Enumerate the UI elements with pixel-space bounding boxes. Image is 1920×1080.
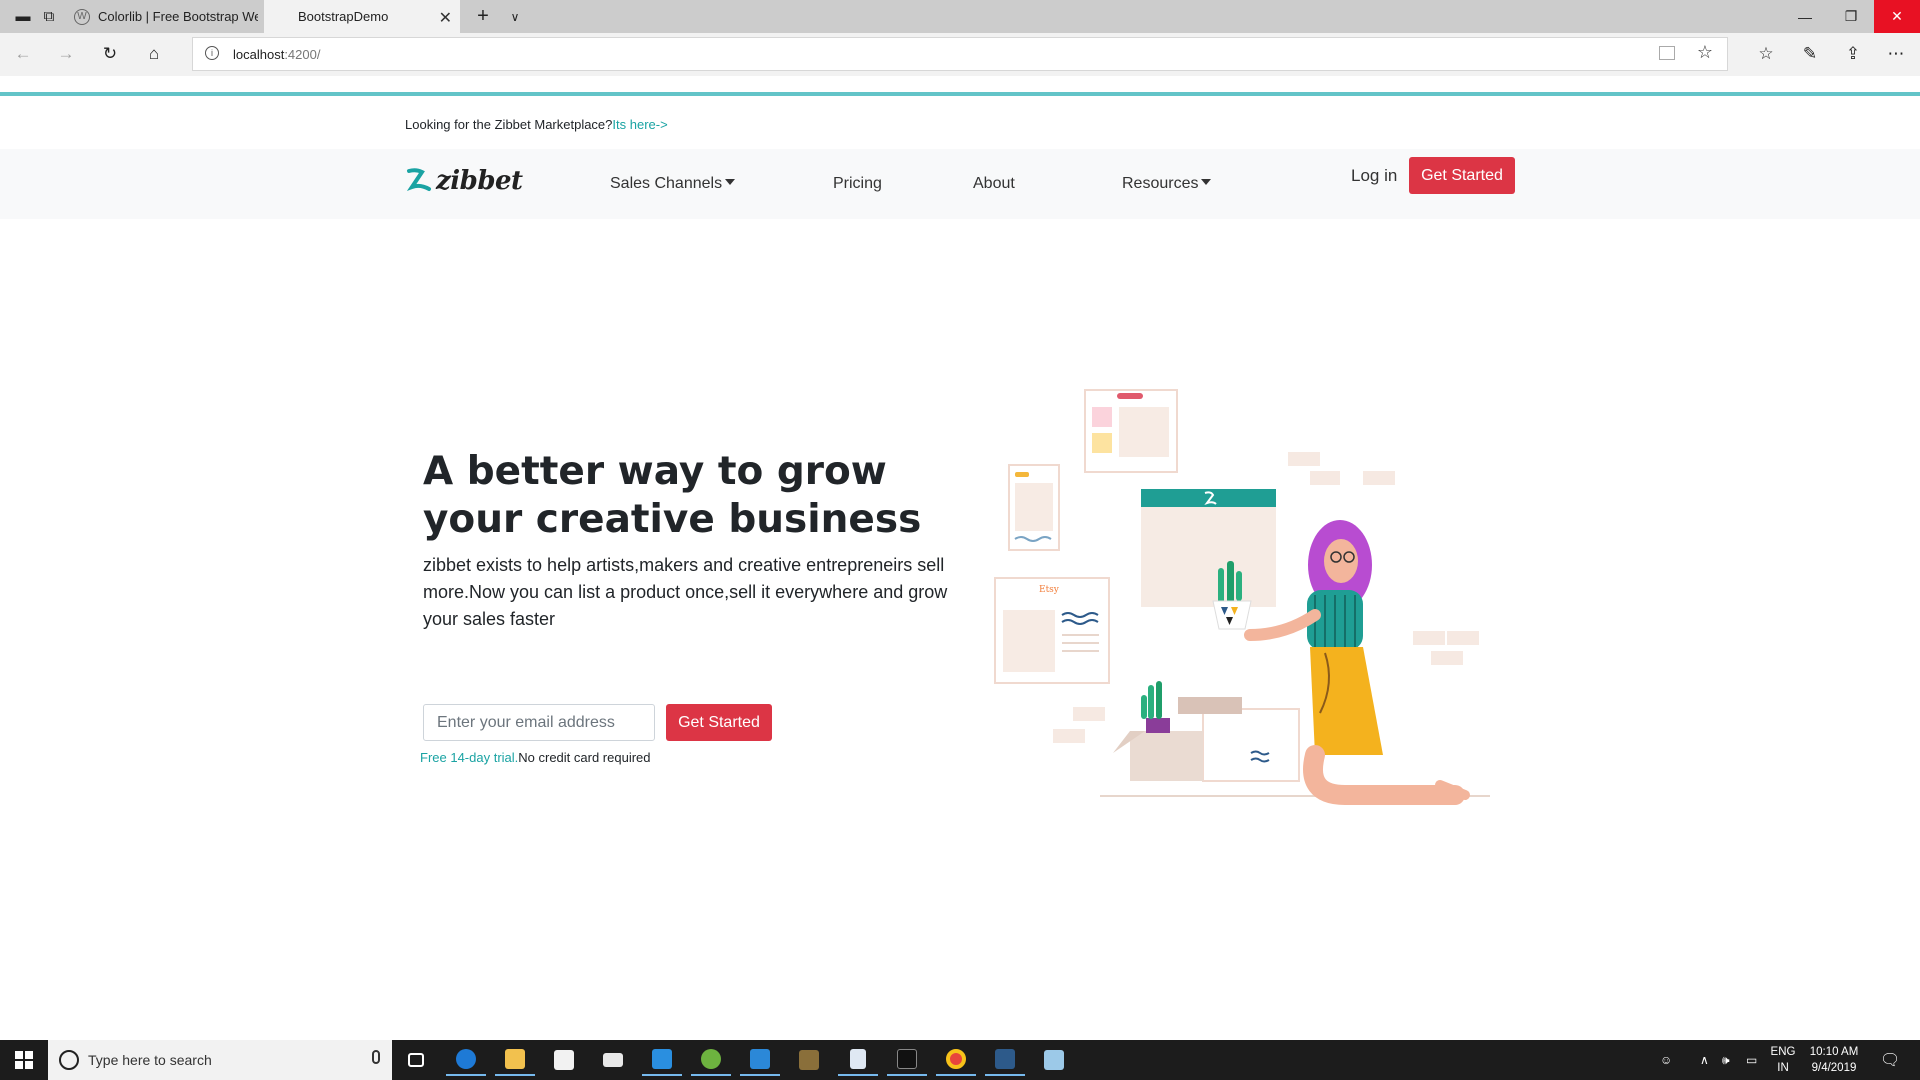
chrome-icon[interactable]	[936, 1044, 976, 1076]
nav-sales-channels[interactable]: Sales Channels	[610, 175, 736, 193]
upload-app-icon[interactable]	[740, 1044, 780, 1076]
taskbar-search[interactable]: Type here to search	[48, 1040, 392, 1080]
media-app-icon[interactable]	[789, 1044, 829, 1076]
address-bar[interactable]: i localhost:4200/ ☆	[192, 37, 1728, 71]
terminal-icon[interactable]	[887, 1044, 927, 1076]
sql-tool-icon[interactable]	[985, 1044, 1025, 1076]
trial-link[interactable]: Free 14-day trial.	[420, 750, 518, 765]
close-tab-icon[interactable]: ✕	[439, 8, 452, 28]
card-top	[1084, 389, 1178, 473]
minimize-icon[interactable]: —	[1782, 0, 1828, 33]
cortana-icon	[59, 1050, 79, 1070]
pen-notes-icon[interactable]: ✎	[1795, 39, 1825, 69]
spring-tool-suite-icon[interactable]	[691, 1044, 731, 1076]
mail-icon[interactable]	[593, 1044, 633, 1076]
notepad-icon[interactable]	[838, 1044, 878, 1076]
store-window	[1141, 489, 1276, 607]
vscode-icon[interactable]	[642, 1044, 682, 1076]
logo-text: zibbet	[436, 166, 523, 196]
tab-bootstrapdemo[interactable]: BootstrapDemo ✕	[264, 0, 460, 33]
file-explorer-icon[interactable]	[495, 1044, 535, 1076]
refresh-icon[interactable]: ↻	[95, 39, 125, 69]
favorites-hub-icon[interactable]: ☆	[1751, 39, 1781, 69]
start-button[interactable]	[0, 1040, 48, 1080]
microphone-icon[interactable]	[372, 1050, 380, 1064]
browser-tab-bar: ▬ ⧉ W Colorlib | Free Bootstrap We Boots…	[0, 0, 1920, 33]
trial-note: Free 14-day trial.No credit card require…	[420, 750, 651, 765]
nav-about[interactable]: About	[973, 175, 1015, 193]
zibbet-logo[interactable]: zibbet	[406, 166, 523, 196]
more-icon[interactable]: ⋯	[1881, 39, 1911, 69]
tabs-preview-icon[interactable]: ⧉	[26, 0, 72, 33]
page-top-accent-line	[0, 92, 1920, 96]
caret-down-icon	[1201, 179, 1212, 185]
trial-note-text: No credit card required	[518, 750, 651, 765]
card-left	[1008, 464, 1060, 551]
etsy-label: Etsy	[1039, 585, 1060, 595]
clock-date: 9/4/2019	[1811, 1062, 1857, 1074]
back-icon[interactable]: ←	[8, 39, 38, 69]
system-clock[interactable]: 10:10 AM 9/4/2019	[1806, 1044, 1862, 1076]
windows-taskbar: Type here to search ☺ ∧ 🕪 ▭ ENG IN 10:10…	[0, 1040, 1920, 1080]
tab-title: BootstrapDemo	[298, 9, 389, 24]
nav-resources[interactable]: Resources	[1122, 175, 1212, 193]
store-icon[interactable]	[544, 1044, 584, 1076]
hero-get-started-button[interactable]: Get Started	[666, 704, 772, 741]
favorite-star-icon[interactable]: ☆	[1697, 42, 1713, 63]
email-field[interactable]	[423, 704, 655, 741]
clock-time: 10:10 AM	[1809, 1046, 1859, 1058]
edge-icon[interactable]	[446, 1044, 486, 1076]
site-info-icon[interactable]: i	[205, 46, 219, 60]
notes-app-icon[interactable]	[1034, 1044, 1074, 1076]
nav-pricing[interactable]: Pricing	[833, 175, 882, 193]
url-text[interactable]: localhost:4200/	[233, 47, 320, 62]
card-etsy: Etsy	[994, 577, 1110, 684]
close-window-icon[interactable]: ✕	[1874, 0, 1920, 33]
announcement-text: Looking for the Zibbet Marketplace?	[405, 117, 613, 132]
volume-icon[interactable]: 🕪	[1722, 1040, 1730, 1080]
tab-title: Colorlib | Free Bootstrap We	[98, 9, 258, 24]
tab-colorlib[interactable]: W Colorlib | Free Bootstrap We	[68, 0, 264, 33]
hero-subtitle: zibbet exists to help artists,makers and…	[423, 555, 948, 629]
login-link[interactable]: Log in	[1351, 166, 1397, 186]
task-view-icon[interactable]	[396, 1044, 436, 1076]
language-indicator[interactable]: ENG IN	[1768, 1044, 1798, 1076]
hero-title: A better way to grow your creative busin…	[423, 449, 922, 542]
restore-icon[interactable]: ❐	[1828, 0, 1874, 33]
share-icon[interactable]: ⇪	[1838, 39, 1868, 69]
taskbar-search-placeholder: Type here to search	[88, 1052, 212, 1068]
network-icon[interactable]: ▭	[1746, 1040, 1757, 1080]
zibbet-logo-icon	[406, 168, 431, 192]
announcement-bar: Looking for the Zibbet Marketplace?Its h…	[405, 117, 668, 132]
people-icon[interactable]: ☺	[1660, 1040, 1672, 1080]
home-icon[interactable]: ⌂	[139, 39, 169, 69]
site-navbar: zibbet Sales Channels Pricing About Reso…	[0, 149, 1920, 219]
hero-illustration: Etsy	[994, 389, 1490, 805]
wordpress-icon: W	[74, 8, 90, 25]
chevron-down-icon[interactable]: ∨	[492, 0, 538, 33]
browser-toolbar: ← → ↻ ⌂ i localhost:4200/ ☆ ☆ ✎ ⇪ ⋯	[0, 33, 1920, 76]
caret-down-icon	[725, 179, 736, 185]
windows-logo-icon	[15, 1051, 33, 1069]
forward-icon[interactable]: →	[51, 39, 81, 69]
marketplace-link[interactable]: Its here->	[612, 117, 667, 132]
nav-get-started-button[interactable]: Get Started	[1409, 157, 1515, 194]
reading-view-icon[interactable]	[1659, 46, 1675, 60]
notifications-icon[interactable]: 🗨	[1880, 1040, 1900, 1080]
cardboard-boxes	[1113, 681, 1300, 782]
show-hidden-icons-icon[interactable]: ∧	[1700, 1040, 1709, 1080]
